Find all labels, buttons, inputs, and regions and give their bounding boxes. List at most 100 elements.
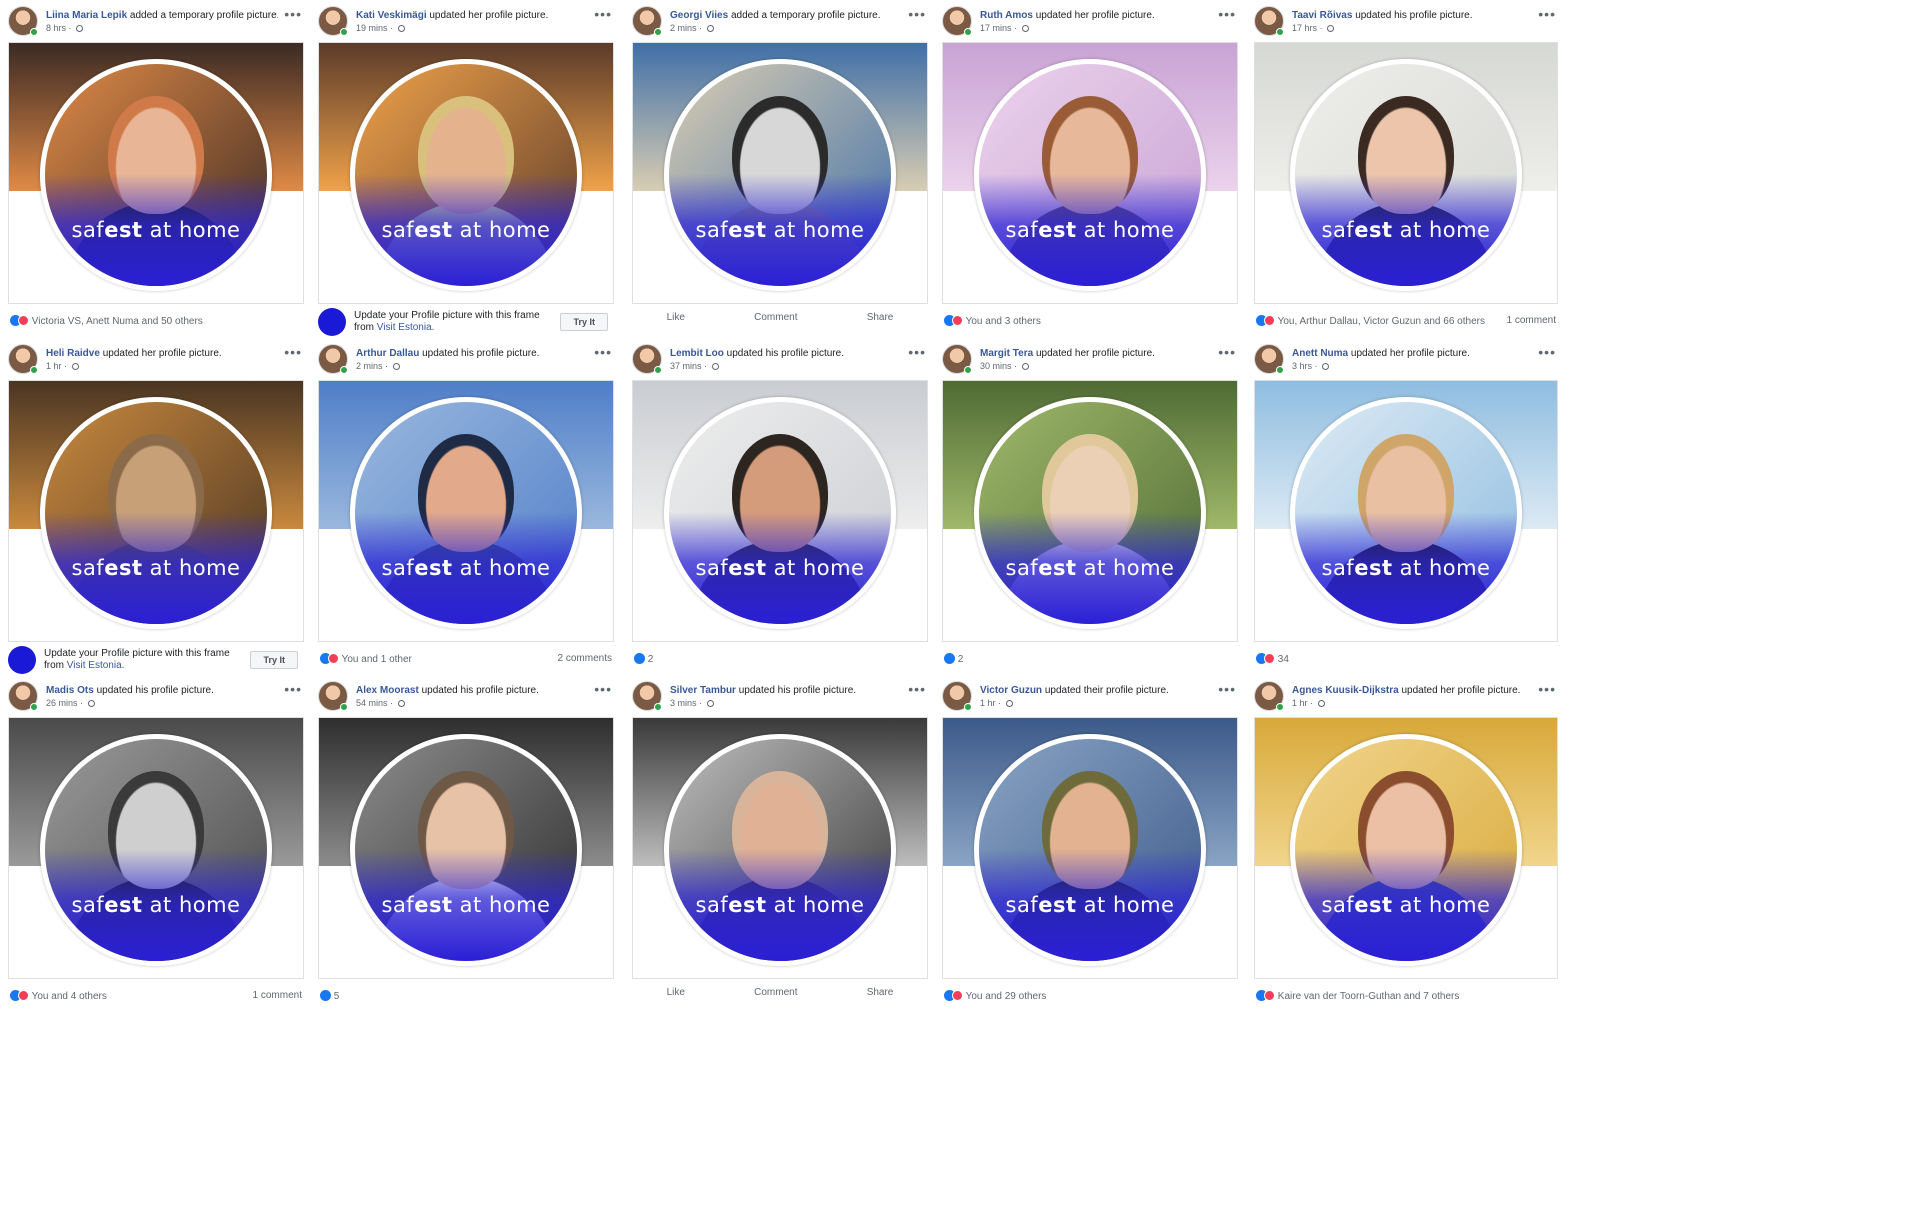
- post-timestamp[interactable]: 17 mins ·: [980, 22, 1212, 34]
- author-avatar[interactable]: [942, 344, 972, 374]
- profile-picture-area[interactable]: safest at home: [8, 42, 304, 304]
- author-name[interactable]: Alex Moorast: [356, 685, 419, 696]
- more-options-icon[interactable]: •••: [1218, 681, 1236, 697]
- author-avatar[interactable]: [318, 681, 348, 711]
- post-timestamp[interactable]: 8 hrs ·: [46, 22, 278, 34]
- post-timestamp[interactable]: 1 hr ·: [980, 697, 1212, 709]
- profile-picture-area[interactable]: safest at home: [632, 42, 928, 304]
- comments-count[interactable]: 2 comments: [558, 653, 612, 664]
- visit-estonia-logo[interactable]: [318, 308, 346, 336]
- post-timestamp[interactable]: 17 hrs ·: [1292, 22, 1532, 34]
- profile-picture[interactable]: safest at home: [40, 734, 272, 966]
- more-options-icon[interactable]: •••: [1218, 344, 1236, 360]
- more-options-icon[interactable]: •••: [594, 344, 612, 360]
- profile-picture-area[interactable]: safest at home: [1254, 380, 1558, 642]
- like-button[interactable]: Like: [667, 312, 685, 323]
- profile-picture[interactable]: safest at home: [40, 397, 272, 629]
- share-button[interactable]: Share: [867, 312, 894, 323]
- reactions-summary[interactable]: Victoria VS, Anett Numa and 50 others: [10, 315, 203, 327]
- profile-picture[interactable]: safest at home: [974, 734, 1206, 966]
- comments-count[interactable]: 1 comment: [1507, 315, 1556, 326]
- post-timestamp[interactable]: 2 mins ·: [356, 360, 588, 372]
- reactions-summary[interactable]: You, Arthur Dallau, Victor Guzun and 66 …: [1256, 315, 1485, 327]
- profile-picture[interactable]: safest at home: [40, 59, 272, 291]
- author-name[interactable]: Madis Ots: [46, 685, 94, 696]
- promo-link[interactable]: Visit Estonia.: [377, 322, 435, 333]
- more-options-icon[interactable]: •••: [1218, 6, 1236, 22]
- author-avatar[interactable]: [942, 6, 972, 36]
- author-name[interactable]: Kati Veskimägi: [356, 10, 427, 21]
- author-name[interactable]: Liina Maria Lepik: [46, 10, 127, 21]
- reactions-summary[interactable]: 2: [634, 653, 653, 665]
- try-it-button[interactable]: Try It: [560, 313, 608, 331]
- author-name[interactable]: Taavi Rõivas: [1292, 10, 1352, 21]
- post-timestamp[interactable]: 2 mins ·: [670, 22, 902, 34]
- more-options-icon[interactable]: •••: [594, 681, 612, 697]
- post-timestamp[interactable]: 37 mins ·: [670, 360, 902, 372]
- post-timestamp[interactable]: 30 mins ·: [980, 360, 1212, 372]
- promo-link[interactable]: Visit Estonia.: [67, 660, 125, 671]
- reactions-summary[interactable]: You and 29 others: [944, 990, 1046, 1002]
- profile-picture[interactable]: safest at home: [664, 734, 896, 966]
- profile-picture-area[interactable]: safest at home: [318, 717, 614, 979]
- more-options-icon[interactable]: •••: [908, 6, 926, 22]
- reactions-summary[interactable]: 34: [1256, 653, 1289, 665]
- reactions-summary[interactable]: 5: [320, 990, 339, 1002]
- profile-picture-area[interactable]: safest at home: [8, 717, 304, 979]
- reactions-summary[interactable]: You and 3 others: [944, 315, 1041, 327]
- profile-picture[interactable]: safest at home: [350, 734, 582, 966]
- profile-picture-area[interactable]: safest at home: [632, 717, 928, 979]
- more-options-icon[interactable]: •••: [1538, 6, 1556, 22]
- author-avatar[interactable]: [632, 681, 662, 711]
- post-timestamp[interactable]: 19 mins ·: [356, 22, 588, 34]
- more-options-icon[interactable]: •••: [908, 344, 926, 360]
- more-options-icon[interactable]: •••: [908, 681, 926, 697]
- like-button[interactable]: Like: [667, 987, 685, 998]
- reactions-summary[interactable]: You and 1 other: [320, 653, 412, 665]
- comment-button[interactable]: Comment: [754, 987, 797, 998]
- author-avatar[interactable]: [1254, 344, 1284, 374]
- author-avatar[interactable]: [8, 344, 38, 374]
- post-timestamp[interactable]: 3 mins ·: [670, 697, 902, 709]
- profile-picture[interactable]: safest at home: [974, 397, 1206, 629]
- reactions-summary[interactable]: 2: [944, 653, 963, 665]
- profile-picture[interactable]: safest at home: [1290, 734, 1522, 966]
- profile-picture-area[interactable]: safest at home: [1254, 42, 1558, 304]
- post-timestamp[interactable]: 1 hr ·: [46, 360, 278, 372]
- author-name[interactable]: Victor Guzun: [980, 685, 1042, 696]
- share-button[interactable]: Share: [867, 987, 894, 998]
- more-options-icon[interactable]: •••: [594, 6, 612, 22]
- author-name[interactable]: Ruth Amos: [980, 10, 1033, 21]
- author-name[interactable]: Lembit Loo: [670, 348, 724, 359]
- profile-picture[interactable]: safest at home: [974, 59, 1206, 291]
- more-options-icon[interactable]: •••: [284, 681, 302, 697]
- profile-picture-area[interactable]: safest at home: [942, 42, 1238, 304]
- profile-picture-area[interactable]: safest at home: [942, 717, 1238, 979]
- visit-estonia-logo[interactable]: [8, 646, 36, 674]
- try-it-button[interactable]: Try It: [250, 651, 298, 669]
- author-name[interactable]: Georgi Viies: [670, 10, 728, 21]
- more-options-icon[interactable]: •••: [1538, 344, 1556, 360]
- profile-picture[interactable]: safest at home: [350, 397, 582, 629]
- profile-picture[interactable]: safest at home: [664, 59, 896, 291]
- author-name[interactable]: Arthur Dallau: [356, 348, 419, 359]
- author-avatar[interactable]: [318, 6, 348, 36]
- author-avatar[interactable]: [632, 344, 662, 374]
- profile-picture-area[interactable]: safest at home: [632, 380, 928, 642]
- profile-picture[interactable]: safest at home: [1290, 397, 1522, 629]
- comment-button[interactable]: Comment: [754, 312, 797, 323]
- author-avatar[interactable]: [1254, 681, 1284, 711]
- profile-picture-area[interactable]: safest at home: [318, 42, 614, 304]
- author-name[interactable]: Margit Tera: [980, 348, 1033, 359]
- profile-picture-area[interactable]: safest at home: [318, 380, 614, 642]
- profile-picture-area[interactable]: safest at home: [1254, 717, 1558, 979]
- author-name[interactable]: Heli Raidve: [46, 348, 100, 359]
- author-name[interactable]: Silver Tambur: [670, 685, 736, 696]
- author-avatar[interactable]: [318, 344, 348, 374]
- more-options-icon[interactable]: •••: [1538, 681, 1556, 697]
- post-timestamp[interactable]: 1 hr ·: [1292, 697, 1532, 709]
- post-timestamp[interactable]: 3 hrs ·: [1292, 360, 1532, 372]
- author-avatar[interactable]: [1254, 6, 1284, 36]
- author-avatar[interactable]: [8, 6, 38, 36]
- author-avatar[interactable]: [632, 6, 662, 36]
